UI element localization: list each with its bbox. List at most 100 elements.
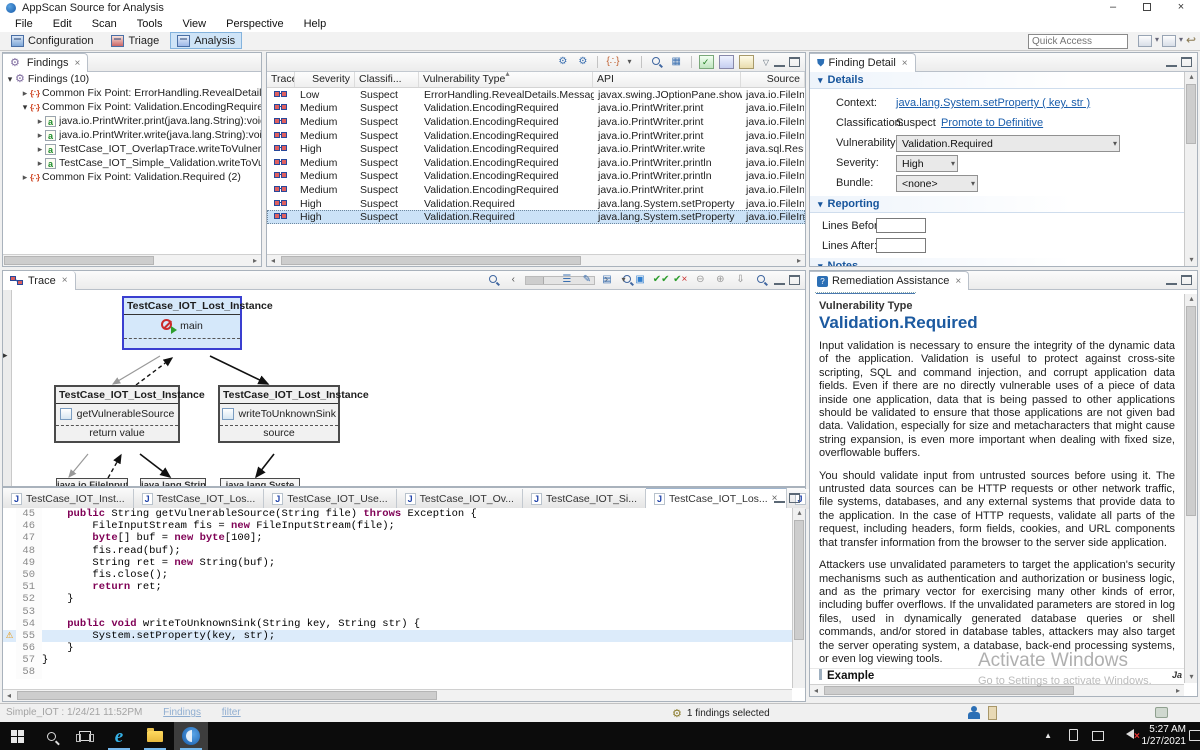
save-perspective-icon[interactable] [1162, 35, 1176, 47]
scroll-down-icon[interactable]: ▾ [1185, 255, 1198, 266]
table-hscrollbar[interactable]: ◂ ▸ [267, 254, 805, 266]
filter-icon[interactable]: ⚙ [555, 55, 570, 69]
column-header-vulnerability-type[interactable]: Vulnerability Type▴ [419, 72, 593, 87]
expand-arrow-icon[interactable]: ▸ [35, 116, 45, 127]
menu-help[interactable]: Help [295, 17, 336, 31]
scroll-up-icon[interactable]: ▴ [1185, 294, 1198, 305]
scroll-left-icon[interactable]: ◂ [3, 690, 15, 701]
minimize-icon[interactable] [774, 57, 785, 67]
outline-icon[interactable]: ☰ [559, 273, 574, 287]
editor-tab[interactable]: JTestCase_IOT_Los... [134, 489, 265, 509]
code-line[interactable]: 57} [3, 654, 792, 666]
start-button[interactable] [0, 722, 34, 750]
perspective-configuration[interactable]: Configuration [4, 32, 100, 49]
expand-arrow-icon[interactable]: ▸ [35, 130, 45, 141]
findings-hscrollbar[interactable]: ▸ [3, 254, 261, 266]
close-icon[interactable]: × [74, 58, 80, 69]
collapse-arrow-icon[interactable]: ▾ [5, 74, 15, 85]
finding-table-row[interactable]: MediumSuspectValidation.EncodingRequired… [267, 156, 805, 170]
internet-explorer-icon[interactable]: e [102, 722, 136, 750]
code-line[interactable]: 45 public String getVulnerableSource(Str… [3, 508, 792, 520]
usb-device-icon[interactable] [1069, 729, 1078, 741]
finding-tree-item[interactable]: ▸aTestCase_IOT_Simple_Validation.writeTo… [3, 156, 261, 170]
scan-results-icon[interactable] [699, 55, 714, 69]
scroll-right-icon[interactable]: ▸ [1172, 685, 1184, 696]
vulnerability-type-select[interactable]: Validation.Required▾ [896, 135, 1120, 152]
column-header-severity[interactable]: Severity [295, 72, 355, 87]
bundle-select[interactable]: <none>▾ [896, 175, 978, 192]
close-button[interactable]: × [1164, 0, 1198, 16]
web-report-icon[interactable] [719, 55, 734, 69]
finding-table-row[interactable]: MediumSuspectValidation.EncodingRequired… [267, 102, 805, 116]
lines-after-input[interactable] [876, 238, 926, 253]
code-editor[interactable]: 45 public String getVulnerableSource(Str… [3, 508, 792, 688]
section-details[interactable]: ▾Details [810, 72, 1184, 89]
section-notes[interactable]: ▾Notes [810, 258, 1184, 266]
collapse-nodes-icon[interactable]: ⊖ [693, 273, 708, 287]
editor-tab[interactable]: JTestCase_IOT_Inst... [3, 489, 134, 509]
finding-tree-item[interactable]: ▸ajava.io.PrintWriter.write(java.lang.St… [3, 128, 261, 142]
tab-remediation[interactable]: ? Remediation Assistance × [810, 271, 969, 290]
validate-remove-icon[interactable]: ✔× [673, 273, 688, 287]
maximize-icon[interactable] [1181, 275, 1192, 285]
taskbar-search-button[interactable] [34, 722, 68, 750]
tab-findings[interactable]: ⚙ Findings × [3, 53, 88, 72]
finding-table-row[interactable]: MediumSuspectValidation.EncodingRequired… [267, 129, 805, 143]
editor-vscrollbar[interactable]: ▴ [792, 508, 805, 688]
status-link[interactable]: filter [222, 707, 241, 718]
status-link[interactable]: Findings [163, 707, 201, 718]
code-line[interactable]: 54 public void writeToUnknownSink(String… [3, 618, 792, 630]
edit-icon[interactable]: ✎ [579, 273, 594, 287]
filter-settings-icon[interactable]: ⚙ [575, 55, 590, 69]
code-line[interactable]: 52 } [3, 593, 792, 605]
maximize-icon[interactable] [789, 493, 800, 503]
perspective-analysis[interactable]: Analysis [170, 32, 242, 49]
layers-icon[interactable]: ▤ [600, 273, 615, 287]
minimize-icon[interactable] [1166, 57, 1177, 67]
scroll-up-icon[interactable]: ▴ [1185, 72, 1198, 83]
finding-tree-item[interactable]: ▸ajava.io.PrintWriter.print(java.lang.St… [3, 114, 261, 128]
find-icon[interactable] [753, 273, 768, 287]
code-line[interactable]: 53 [3, 606, 792, 618]
collapse-arrow-icon[interactable]: ▾ [20, 102, 30, 113]
trace-node-partial[interactable]: java.lang.Syste [220, 478, 300, 486]
menu-scan[interactable]: Scan [83, 17, 126, 31]
column-header-source[interactable]: Source [741, 72, 805, 87]
maximize-icon[interactable] [789, 57, 800, 67]
finding-tree-item[interactable]: ▸{∴}Common Fix Point: Validation.Require… [3, 170, 261, 184]
task-view-button[interactable] [68, 722, 102, 750]
menu-edit[interactable]: Edit [44, 17, 81, 31]
scroll-left-icon[interactable]: ◂ [267, 255, 279, 266]
menu-tools[interactable]: Tools [128, 17, 172, 31]
finding-table-row[interactable]: MediumSuspectValidation.EncodingRequired… [267, 115, 805, 129]
action-center-icon[interactable] [1189, 730, 1200, 741]
column-header-trace[interactable]: Trace [267, 72, 295, 87]
code-line[interactable]: 48 fis.read(buf); [3, 545, 792, 557]
finding-tree-item[interactable]: ▸{∴}Common Fix Point: ErrorHandling.Reve… [3, 86, 261, 100]
menu-file[interactable]: File [6, 17, 42, 31]
code-line[interactable]: 49 String ret = new String(buf); [3, 557, 792, 569]
trace-node-source[interactable]: TestCase_IOT_Lost_Instance getVulnerable… [54, 385, 180, 443]
dropdown-arrow-icon[interactable]: ▾ [620, 273, 628, 287]
finding-tree-item[interactable]: ▸aTestCase_IOT_OverlapTrace.writeToVulne… [3, 142, 261, 156]
pan-left-icon[interactable]: ‹ [506, 273, 521, 287]
validate-icon[interactable]: ✔✔ [653, 273, 668, 287]
code-line[interactable]: 56 } [3, 642, 792, 654]
finding-table-row[interactable]: LowSuspectErrorHandling.RevealDetails.Me… [267, 88, 805, 102]
scroll-down-icon[interactable]: ▾ [1185, 672, 1198, 683]
code-line[interactable]: ⚠55 System.setProperty(key, str); [3, 630, 792, 642]
expand-arrow-icon[interactable]: ▸ [35, 158, 45, 169]
expand-nodes-icon[interactable]: ⊕ [713, 273, 728, 287]
trace-node-sink[interactable]: TestCase_IOT_Lost_Instance writeToUnknow… [218, 385, 340, 443]
remediation-vscrollbar[interactable]: ▴ ▾ [1184, 294, 1197, 683]
code-line[interactable]: 47 byte[] buf = new byte[100]; [3, 532, 792, 544]
close-icon[interactable]: × [902, 58, 908, 69]
view-menu-icon[interactable]: ▽ [763, 58, 769, 67]
tab-finding-detail[interactable]: ⛊ Finding Detail × [810, 53, 916, 72]
dropdown-arrow-icon[interactable]: ▾ [626, 55, 634, 69]
scroll-up-icon[interactable]: ▴ [793, 508, 806, 519]
code-line[interactable]: 58 [3, 666, 792, 678]
finding-table-row[interactable]: MediumSuspectValidation.EncodingRequired… [267, 170, 805, 184]
code-line[interactable]: 51 return ret; [3, 581, 792, 593]
quick-access-input[interactable] [1028, 34, 1128, 49]
